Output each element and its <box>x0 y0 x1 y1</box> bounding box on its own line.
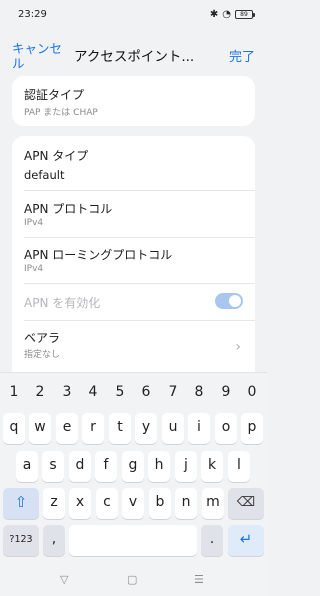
shift-key[interactable]: ⇧ <box>3 488 39 519</box>
wifi-icon: ◔ <box>222 9 231 20</box>
key-j[interactable]: j <box>175 451 197 482</box>
recents-icon[interactable]: ☰ <box>194 573 204 586</box>
key-c[interactable]: c <box>96 488 118 519</box>
letter-row-1: q w e r t y u i o p <box>0 413 267 447</box>
key-f[interactable]: f <box>95 451 117 482</box>
number-row: 1 2 3 4 5 6 7 8 9 0 <box>0 375 267 409</box>
key-4[interactable]: 4 <box>80 375 106 409</box>
home-icon[interactable]: ▢ <box>127 573 137 586</box>
key-w[interactable]: w <box>29 413 51 444</box>
key-7[interactable]: 7 <box>160 375 186 409</box>
key-8[interactable]: 8 <box>186 375 212 409</box>
backspace-key[interactable]: ⌫ <box>228 488 264 519</box>
key-3[interactable]: 3 <box>54 375 80 409</box>
key-g[interactable]: g <box>122 451 144 482</box>
key-6[interactable]: 6 <box>133 375 159 409</box>
divider <box>24 237 255 238</box>
bluetooth-icon: ✱ <box>209 9 219 20</box>
back-icon[interactable]: ▽ <box>60 573 68 586</box>
letter-row-3: ⇧ z x c v b n m ⌫ <box>0 488 267 522</box>
key-5[interactable]: 5 <box>107 375 133 409</box>
key-p[interactable]: p <box>241 413 263 444</box>
key-r[interactable]: r <box>82 413 104 444</box>
key-k[interactable]: k <box>201 451 223 482</box>
key-t[interactable]: t <box>109 413 131 444</box>
system-nav-bar: ▽ ▢ ☰ <box>0 568 267 596</box>
apn-protocol-label: APN プロトコル <box>24 202 113 216</box>
status-bar: 23:29 ✱ ◔ 89 <box>0 0 267 32</box>
battery-icon: 89 <box>235 10 255 19</box>
key-s[interactable]: s <box>42 451 64 482</box>
period-key[interactable]: . <box>201 525 223 556</box>
header: キャンセル アクセスポイント... 完了 <box>0 32 267 76</box>
divider <box>24 190 255 191</box>
symbols-key[interactable]: ?123 <box>3 525 39 556</box>
bottom-key-row: ?123 , . ↵ <box>0 525 267 559</box>
apn-protocol-value: IPv4 <box>24 218 44 228</box>
divider <box>24 320 255 321</box>
bearer-label: ベアラ <box>24 331 61 345</box>
letter-row-2: a s d f g h j k l <box>0 451 267 485</box>
key-1[interactable]: 1 <box>1 375 27 409</box>
space-key[interactable] <box>69 525 197 556</box>
enter-key[interactable]: ↵ <box>228 525 264 556</box>
cancel-button[interactable]: キャンセル <box>12 41 62 71</box>
apn-roaming-protocol-label: APN ローミングプロトコル <box>24 248 173 262</box>
status-icons: ✱ ◔ 89 <box>209 9 255 20</box>
bearer-value: 指定なし <box>24 350 61 360</box>
keyboard: 1 2 3 4 5 6 7 8 9 0 q w e r t y u i o p … <box>0 372 267 568</box>
key-9[interactable]: 9 <box>213 375 239 409</box>
auth-type-value: PAP または CHAP <box>24 108 98 118</box>
apn-settings-card: APN タイプ default APN プロトコル IPv4 APN ローミング… <box>12 136 255 381</box>
status-time: 23:29 <box>18 9 47 20</box>
key-q[interactable]: q <box>3 413 25 444</box>
key-y[interactable]: y <box>135 413 157 444</box>
apn-type-label: APN タイプ <box>24 149 89 163</box>
key-e[interactable]: e <box>56 413 78 444</box>
key-n[interactable]: n <box>175 488 197 519</box>
key-i[interactable]: i <box>188 413 210 444</box>
chevron-right-icon: › <box>235 339 241 355</box>
key-2[interactable]: 2 <box>27 375 53 409</box>
page-title: アクセスポイント... <box>74 49 195 65</box>
key-0[interactable]: 0 <box>239 375 265 409</box>
key-d[interactable]: d <box>69 451 91 482</box>
comma-key[interactable]: , <box>43 525 65 556</box>
auth-type-row[interactable]: 認証タイプ PAP または CHAP <box>12 76 255 126</box>
apn-type-value: default <box>24 168 65 182</box>
key-u[interactable]: u <box>162 413 184 444</box>
key-b[interactable]: b <box>149 488 171 519</box>
key-a[interactable]: a <box>16 451 38 482</box>
apn-roaming-protocol-value: IPv4 <box>24 264 44 274</box>
key-h[interactable]: h <box>148 451 170 482</box>
auth-type-label: 認証タイプ <box>24 88 85 102</box>
divider <box>24 283 255 284</box>
key-v[interactable]: v <box>122 488 144 519</box>
apn-enable-label: APN を有効化 <box>24 296 101 310</box>
done-button[interactable]: 完了 <box>229 46 255 65</box>
key-o[interactable]: o <box>215 413 237 444</box>
key-z[interactable]: z <box>43 488 65 519</box>
key-l[interactable]: l <box>228 451 250 482</box>
key-x[interactable]: x <box>69 488 91 519</box>
apn-enable-toggle[interactable] <box>215 293 243 309</box>
key-m[interactable]: m <box>202 488 224 519</box>
